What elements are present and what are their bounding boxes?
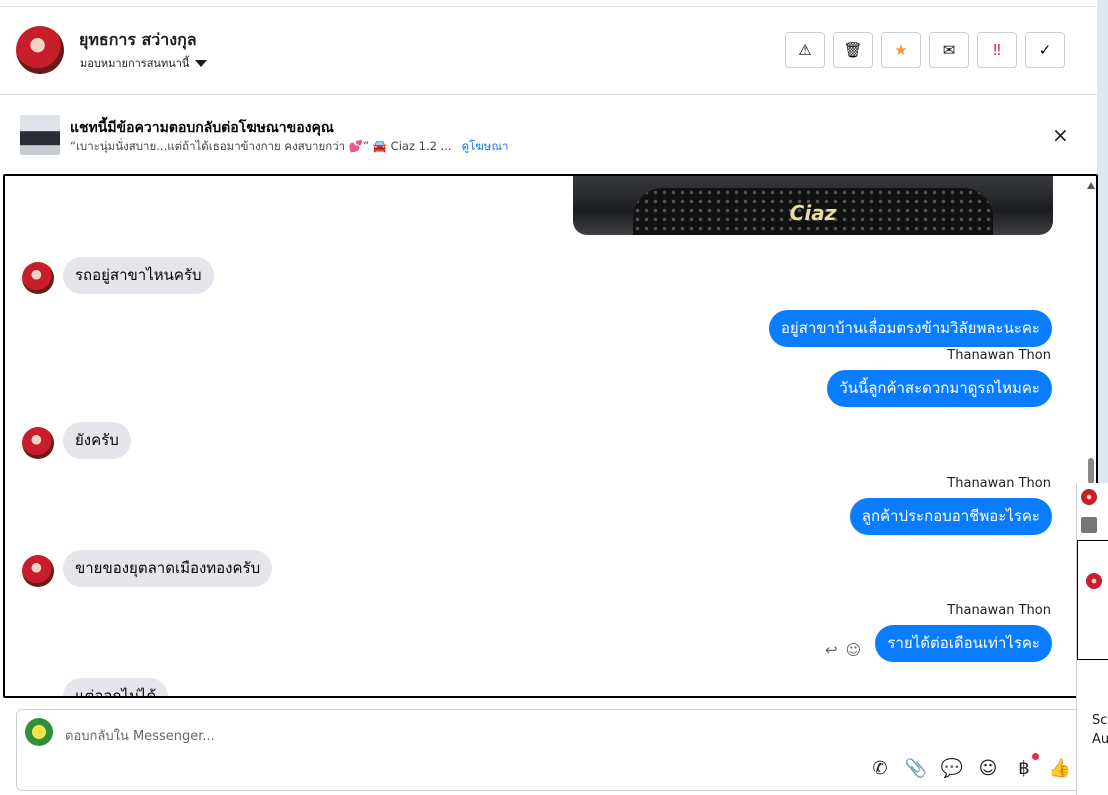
side-text-1: Scr (1092, 713, 1108, 728)
message-bubble-outgoing[interactable]: ลูกค้าประกอบอาชีพอะไรคะ (849, 498, 1052, 535)
sent-car-image[interactable]: Ciaz (573, 176, 1053, 235)
message-bubble-outgoing[interactable]: อยู่สาขาบ้านเลื่อมตรงข้ามวิลัยพละนะคะ (768, 310, 1052, 347)
customer-avatar (22, 262, 54, 294)
thumbs-up-icon[interactable]: 👍 (1049, 757, 1071, 779)
delete-button[interactable]: 🗑 (833, 32, 873, 68)
ad-reply-banner: แชทนี้มีข้อความตอบกลับต่อโฆษณาของคุณ “เบ… (0, 96, 1097, 173)
message-bubble-outgoing[interactable]: วันนี้ลูกค้าสะดวกมาดูรถไหมคะ (827, 370, 1052, 407)
reply-icon[interactable]: ↩ (825, 641, 838, 659)
emoji-icon[interactable]: ☺ (977, 757, 999, 779)
assign-label: มอบหมายการสนทนานี้ (80, 57, 190, 70)
envelope-open-icon: ✉ (942, 41, 956, 59)
scroll-up-arrow-icon[interactable] (1087, 182, 1095, 189)
header-actions: ⚠ 🗑 ★ ✉ ‼ ✓ (785, 32, 1065, 68)
assign-conversation-dropdown[interactable]: มอบหมายการสนทนานี้ (80, 54, 208, 72)
trash-icon: 🗑 (843, 41, 863, 59)
message-thread[interactable]: Ciaz รถอยู่สาขาไหนครับ อยู่สาขาบ้านเลื่อ… (3, 174, 1098, 698)
inbox-conversation-view: ยุทธการ สว่างกุล มอบหมายการสนทนานี้ ⚠ 🗑 … (0, 0, 1108, 795)
side-chat-thumb[interactable] (1081, 517, 1097, 533)
payment-icon[interactable]: ฿ (1013, 753, 1039, 779)
contact-avatar[interactable] (16, 26, 64, 74)
side-chat-avatar (1086, 573, 1102, 589)
customer-avatar (22, 555, 54, 587)
star-icon: ★ (894, 41, 908, 59)
saved-reply-icon[interactable]: 💬 (941, 757, 963, 779)
view-ad-link[interactable]: ดูโฆษณา (462, 138, 509, 156)
react-smiley-icon[interactable]: ☺ (846, 641, 862, 659)
follow-up-button[interactable]: ‼ (977, 32, 1017, 68)
message-bubble-incoming[interactable]: แต่ออกไม่ได้ (63, 678, 169, 696)
notification-dot (1032, 753, 1039, 760)
customer-avatar (22, 427, 54, 459)
side-chat-box[interactable] (1077, 540, 1108, 660)
sender-name: Thanawan Thon (947, 476, 1051, 491)
star-button[interactable]: ★ (881, 32, 921, 68)
page-avatar (25, 718, 53, 746)
reply-input[interactable]: ตอบกลับใน Messenger... (65, 725, 215, 746)
side-window: Scr Au (1076, 483, 1108, 795)
ad-snippet: “เบาะนุ่มนั่งสบาย...แต่ถ้าได้เธอมาข้างกา… (70, 139, 452, 153)
ad-banner-title: แชทนี้มีข้อความตอบกลับต่อโฆษณาของคุณ (70, 120, 334, 136)
side-chat-avatar[interactable] (1081, 489, 1097, 505)
warning-icon: ⚠ (798, 41, 812, 59)
message-tools: ↩ ☺ (825, 641, 861, 659)
sender-name: Thanawan Thon (947, 603, 1051, 618)
close-icon[interactable]: × (1052, 123, 1069, 147)
side-text-2: Au (1092, 732, 1108, 747)
scroll-thumb[interactable] (1088, 458, 1094, 484)
car-badge: Ciaz (789, 201, 837, 225)
caret-down-icon (195, 59, 208, 67)
contact-name[interactable]: ยุทธการ สว่างกุล (79, 28, 197, 53)
attach-icon[interactable]: 📎 (905, 757, 927, 779)
conversation-header: ยุทธการ สว่างกุล มอบหมายการสนทนานี้ ⚠ 🗑 … (0, 7, 1097, 95)
message-bubble-incoming[interactable]: รถอยู่สาขาไหนครับ (63, 257, 214, 294)
double-exclamation-icon: ‼ (993, 41, 1001, 59)
checkmark-icon: ✓ (1038, 41, 1052, 59)
message-composer[interactable]: ตอบกลับใน Messenger... ✆ 📎 💬 ☺ ฿ 👍 (16, 709, 1096, 791)
mark-unread-button[interactable]: ✉ (929, 32, 969, 68)
message-bubble-outgoing[interactable]: รายได้ต่อเดือนเท่าไรคะ (875, 625, 1052, 662)
sender-name: Thanawan Thon (947, 348, 1051, 363)
mark-done-button[interactable]: ✓ (1025, 32, 1065, 68)
side-notification[interactable]: Scr Au (1077, 660, 1108, 795)
message-bubble-incoming[interactable]: ยังครับ (63, 422, 131, 459)
ad-banner-subtitle: “เบาะนุ่มนั่งสบาย...แต่ถ้าได้เธอมาข้างกา… (70, 138, 508, 156)
report-spam-button[interactable]: ⚠ (785, 32, 825, 68)
message-bubble-incoming[interactable]: ขายของยุตลาดเมืองทองครับ (63, 550, 273, 587)
ad-thumbnail[interactable] (20, 115, 60, 155)
call-add-icon[interactable]: ✆ (869, 757, 891, 779)
composer-toolbar: ✆ 📎 💬 ☺ ฿ 👍 (869, 753, 1071, 779)
